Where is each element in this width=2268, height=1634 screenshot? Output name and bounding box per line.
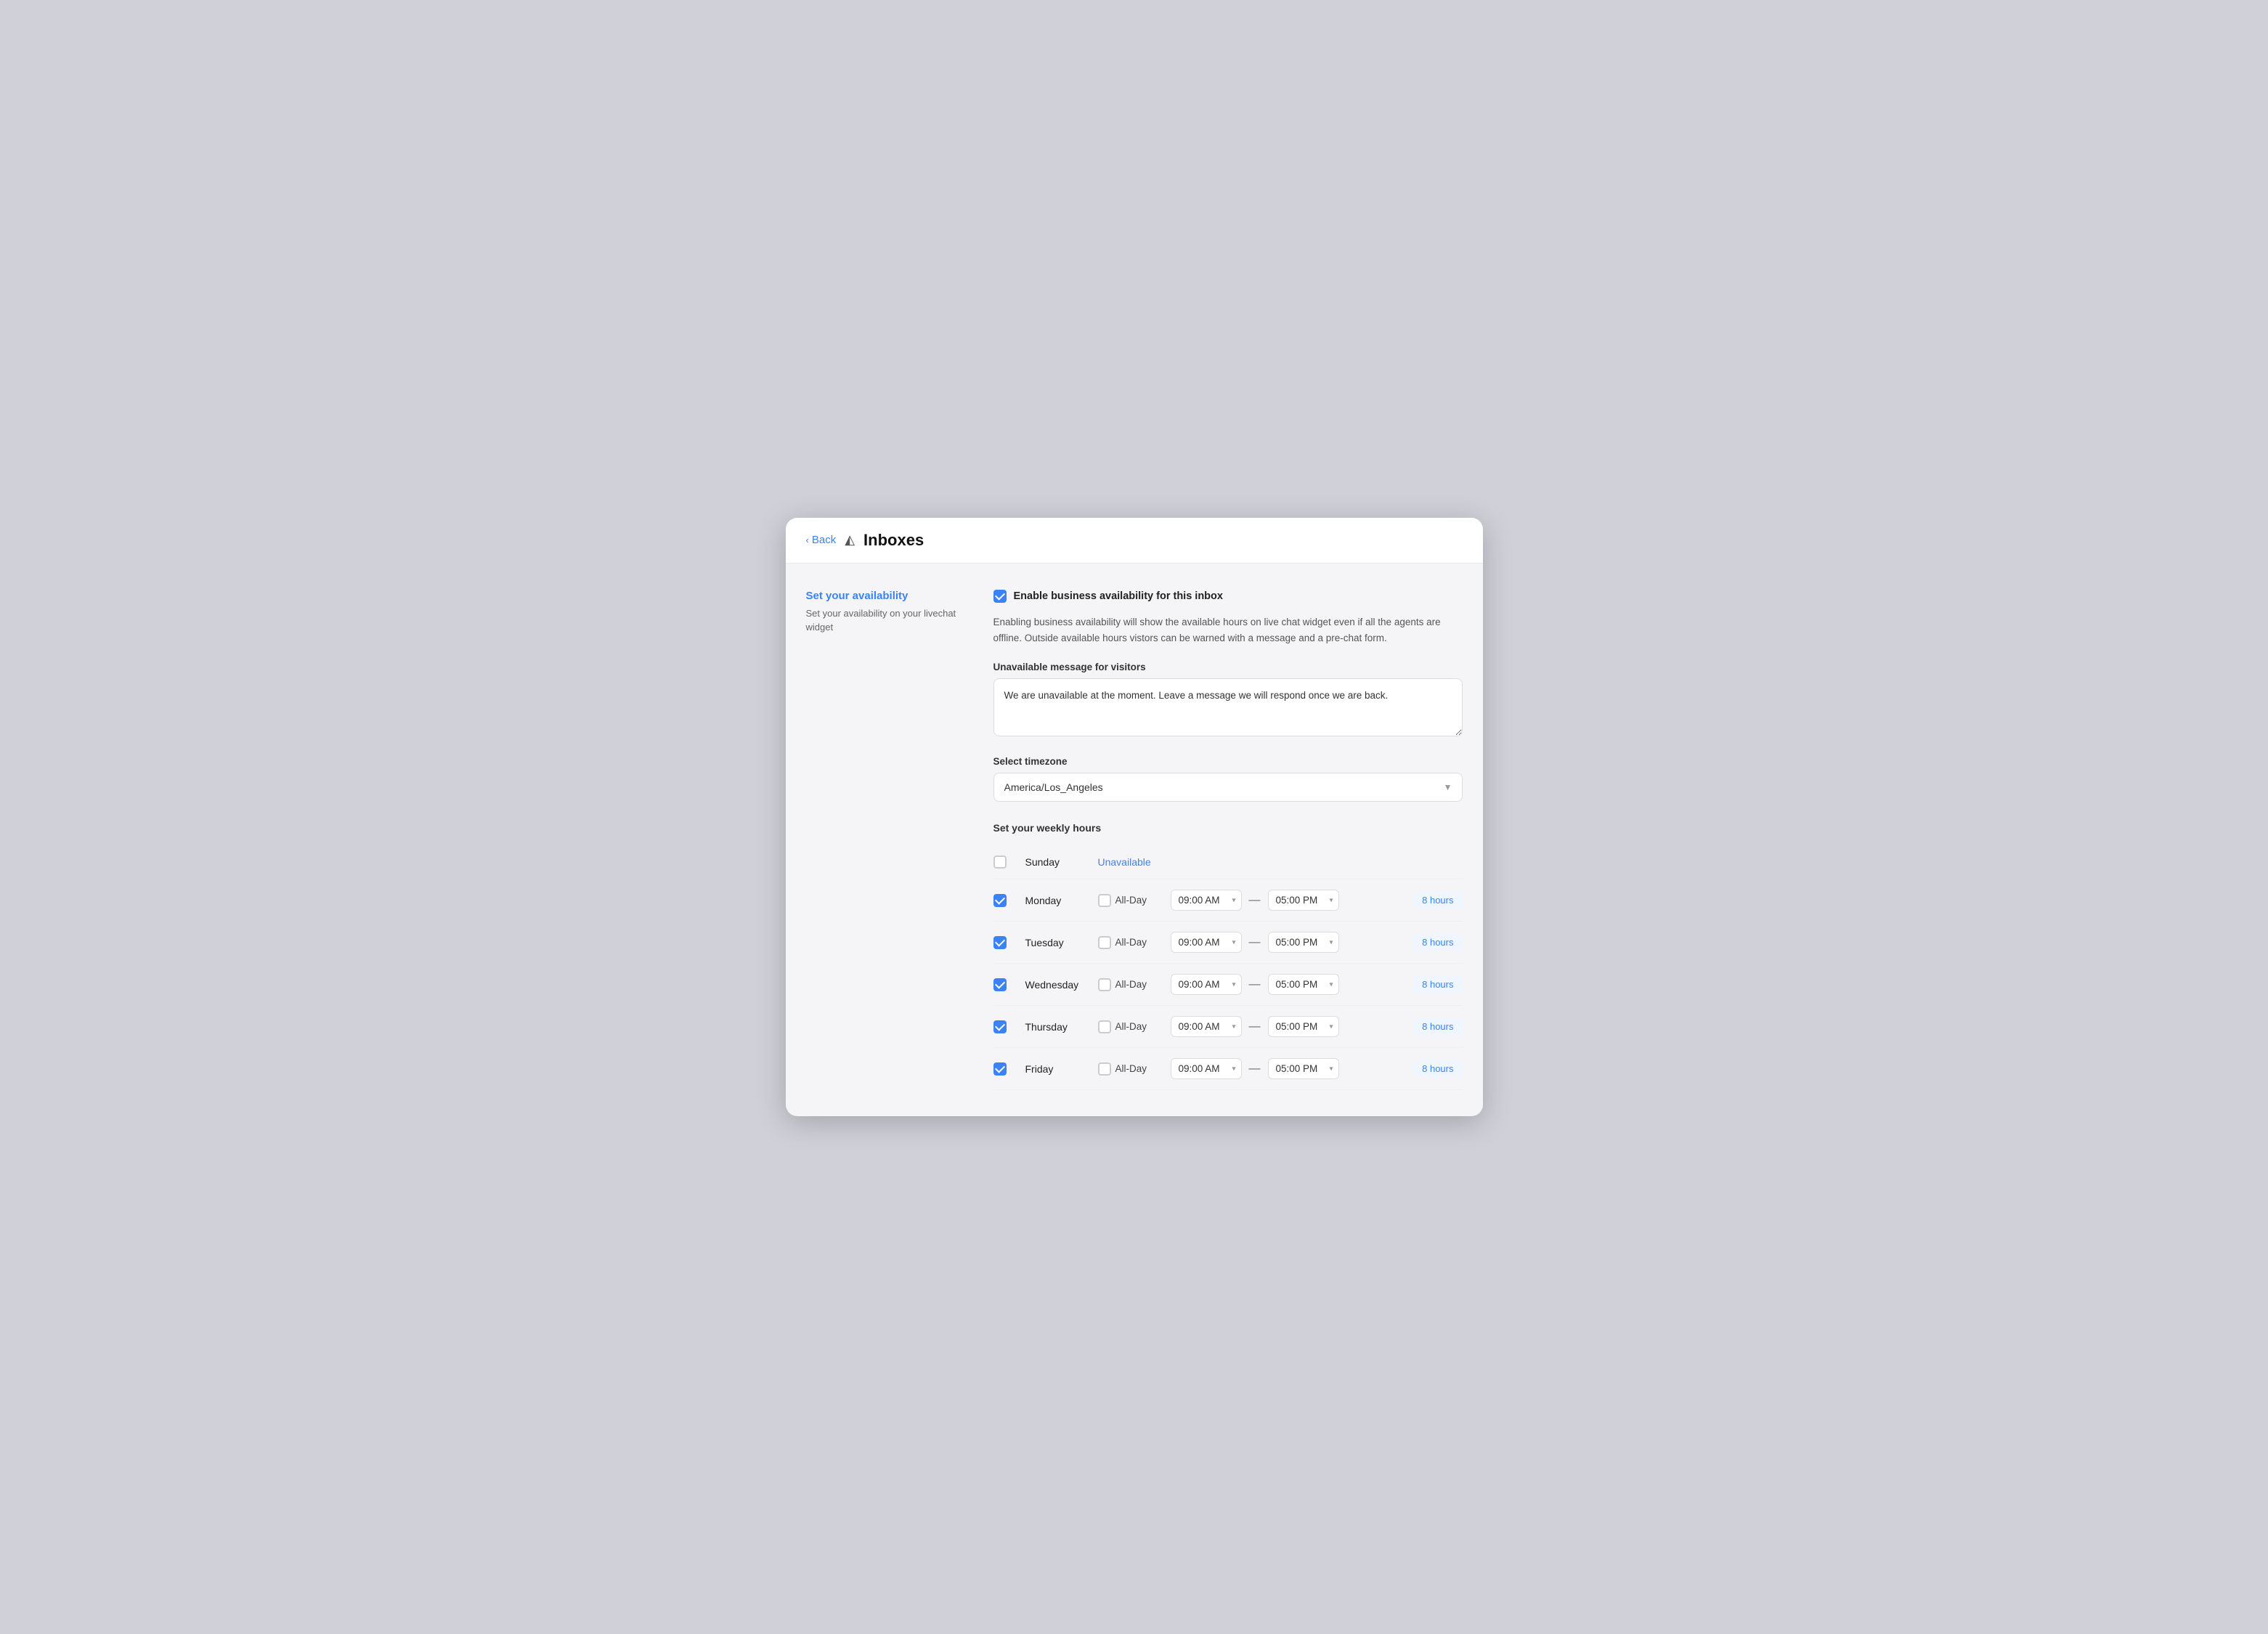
start-time-select[interactable]: 12:00 AM01:00 AM02:00 AM03:00 AM04:00 AM… — [1171, 890, 1242, 911]
start-time-select[interactable]: 12:00 AM01:00 AM02:00 AM03:00 AM04:00 AM… — [1171, 974, 1242, 995]
day-unavailable-label: Unavailable — [1098, 856, 1151, 868]
back-button[interactable]: ‹ Back — [806, 534, 837, 546]
day-name-label: Sunday — [1025, 856, 1098, 868]
unavailable-message-label: Unavailable message for visitors — [993, 662, 1463, 672]
unavailable-message-textarea[interactable] — [993, 678, 1463, 736]
day-name-label: Tuesday — [1025, 937, 1098, 948]
header: ‹ Back ◭ Inboxes — [786, 518, 1483, 564]
inbox-icon: ◭ — [845, 532, 855, 548]
day-enabled-checkbox[interactable] — [993, 978, 1007, 991]
day-enabled-checkbox[interactable] — [993, 894, 1007, 907]
time-range-dash: — — [1249, 936, 1261, 949]
day-name-label: Wednesday — [1025, 979, 1098, 991]
enable-availability-row: Enable business availability for this in… — [993, 590, 1463, 603]
content-area: Set your availability Set your availabil… — [786, 564, 1483, 1116]
allday-checkbox[interactable] — [1098, 978, 1111, 991]
day-name-label: Friday — [1025, 1063, 1098, 1075]
day-row: Tuesday All-Day 12:00 AM01:00 AM02:00 AM03… — [993, 922, 1463, 964]
end-time-select[interactable]: 12:00 AM01:00 AM02:00 AM03:00 AM04:00 AM… — [1268, 1016, 1339, 1037]
day-row: SundayUnavailable — [993, 845, 1463, 879]
hours-badge: 8 hours — [1413, 1018, 1462, 1035]
sidebar: Set your availability Set your availabil… — [806, 590, 959, 1090]
end-time-select[interactable]: 12:00 AM01:00 AM02:00 AM03:00 AM04:00 AM… — [1268, 974, 1339, 995]
start-time-select[interactable]: 12:00 AM01:00 AM02:00 AM03:00 AM04:00 AM… — [1171, 932, 1242, 953]
day-name-label: Monday — [1025, 895, 1098, 906]
allday-checkbox[interactable] — [1098, 1062, 1111, 1076]
sidebar-title: Set your availability — [806, 590, 959, 602]
end-time-select[interactable]: 12:00 AM01:00 AM02:00 AM03:00 AM04:00 AM… — [1268, 932, 1339, 953]
availability-description: Enabling business availability will show… — [993, 614, 1463, 646]
allday-checkbox[interactable] — [1098, 1020, 1111, 1033]
allday-checkbox[interactable] — [1098, 894, 1111, 907]
time-range-dash: — — [1249, 894, 1261, 907]
weekly-hours-title: Set your weekly hours — [993, 822, 1463, 834]
start-time-select[interactable]: 12:00 AM01:00 AM02:00 AM03:00 AM04:00 AM… — [1171, 1058, 1242, 1079]
timezone-select[interactable]: America/Los_Angeles America/New_York Ame… — [993, 773, 1463, 802]
enable-availability-checkbox[interactable] — [993, 590, 1007, 603]
timezone-label: Select timezone — [993, 756, 1463, 767]
settings-window: ‹ Back ◭ Inboxes Set your availability S… — [786, 518, 1483, 1116]
timezone-select-wrapper: America/Los_Angeles America/New_York Ame… — [993, 773, 1463, 802]
allday-label: All-Day — [1115, 979, 1147, 990]
sidebar-subtitle: Set your availability on your livechat w… — [806, 606, 959, 635]
hours-badge: 8 hours — [1413, 892, 1462, 909]
back-label: Back — [812, 534, 836, 546]
day-enabled-checkbox[interactable] — [993, 1062, 1007, 1076]
allday-label: All-Day — [1115, 1063, 1147, 1074]
day-row: Wednesday All-Day 12:00 AM01:00 AM02:00 AM… — [993, 964, 1463, 1006]
hours-badge: 8 hours — [1413, 934, 1462, 951]
day-row: Thursday All-Day 12:00 AM01:00 AM02:00 AM0… — [993, 1006, 1463, 1048]
allday-label: All-Day — [1115, 937, 1147, 948]
allday-label: All-Day — [1115, 895, 1147, 906]
hours-badge: 8 hours — [1413, 1060, 1462, 1077]
allday-label: All-Day — [1115, 1021, 1147, 1032]
end-time-select[interactable]: 12:00 AM01:00 AM02:00 AM03:00 AM04:00 AM… — [1268, 1058, 1339, 1079]
enable-availability-label: Enable business availability for this in… — [1014, 590, 1223, 602]
day-enabled-checkbox[interactable] — [993, 855, 1007, 869]
days-container: SundayUnavailable Monday All-Day 12:00 AM01… — [993, 845, 1463, 1090]
chevron-left-icon: ‹ — [806, 534, 809, 545]
day-enabled-checkbox[interactable] — [993, 936, 1007, 949]
day-name-label: Thursday — [1025, 1021, 1098, 1033]
start-time-select[interactable]: 12:00 AM01:00 AM02:00 AM03:00 AM04:00 AM… — [1171, 1016, 1242, 1037]
time-range-dash: — — [1249, 978, 1261, 991]
allday-checkbox[interactable] — [1098, 936, 1111, 949]
page-title: Inboxes — [863, 531, 924, 550]
end-time-select[interactable]: 12:00 AM01:00 AM02:00 AM03:00 AM04:00 AM… — [1268, 890, 1339, 911]
day-row: Monday All-Day 12:00 AM01:00 AM02:00 AM03:… — [993, 879, 1463, 922]
day-enabled-checkbox[interactable] — [993, 1020, 1007, 1033]
time-range-dash: — — [1249, 1062, 1261, 1076]
day-row: Friday All-Day 12:00 AM01:00 AM02:00 AM03:… — [993, 1048, 1463, 1090]
time-range-dash: — — [1249, 1020, 1261, 1033]
main-content: Enable business availability for this in… — [993, 590, 1463, 1090]
hours-badge: 8 hours — [1413, 976, 1462, 993]
